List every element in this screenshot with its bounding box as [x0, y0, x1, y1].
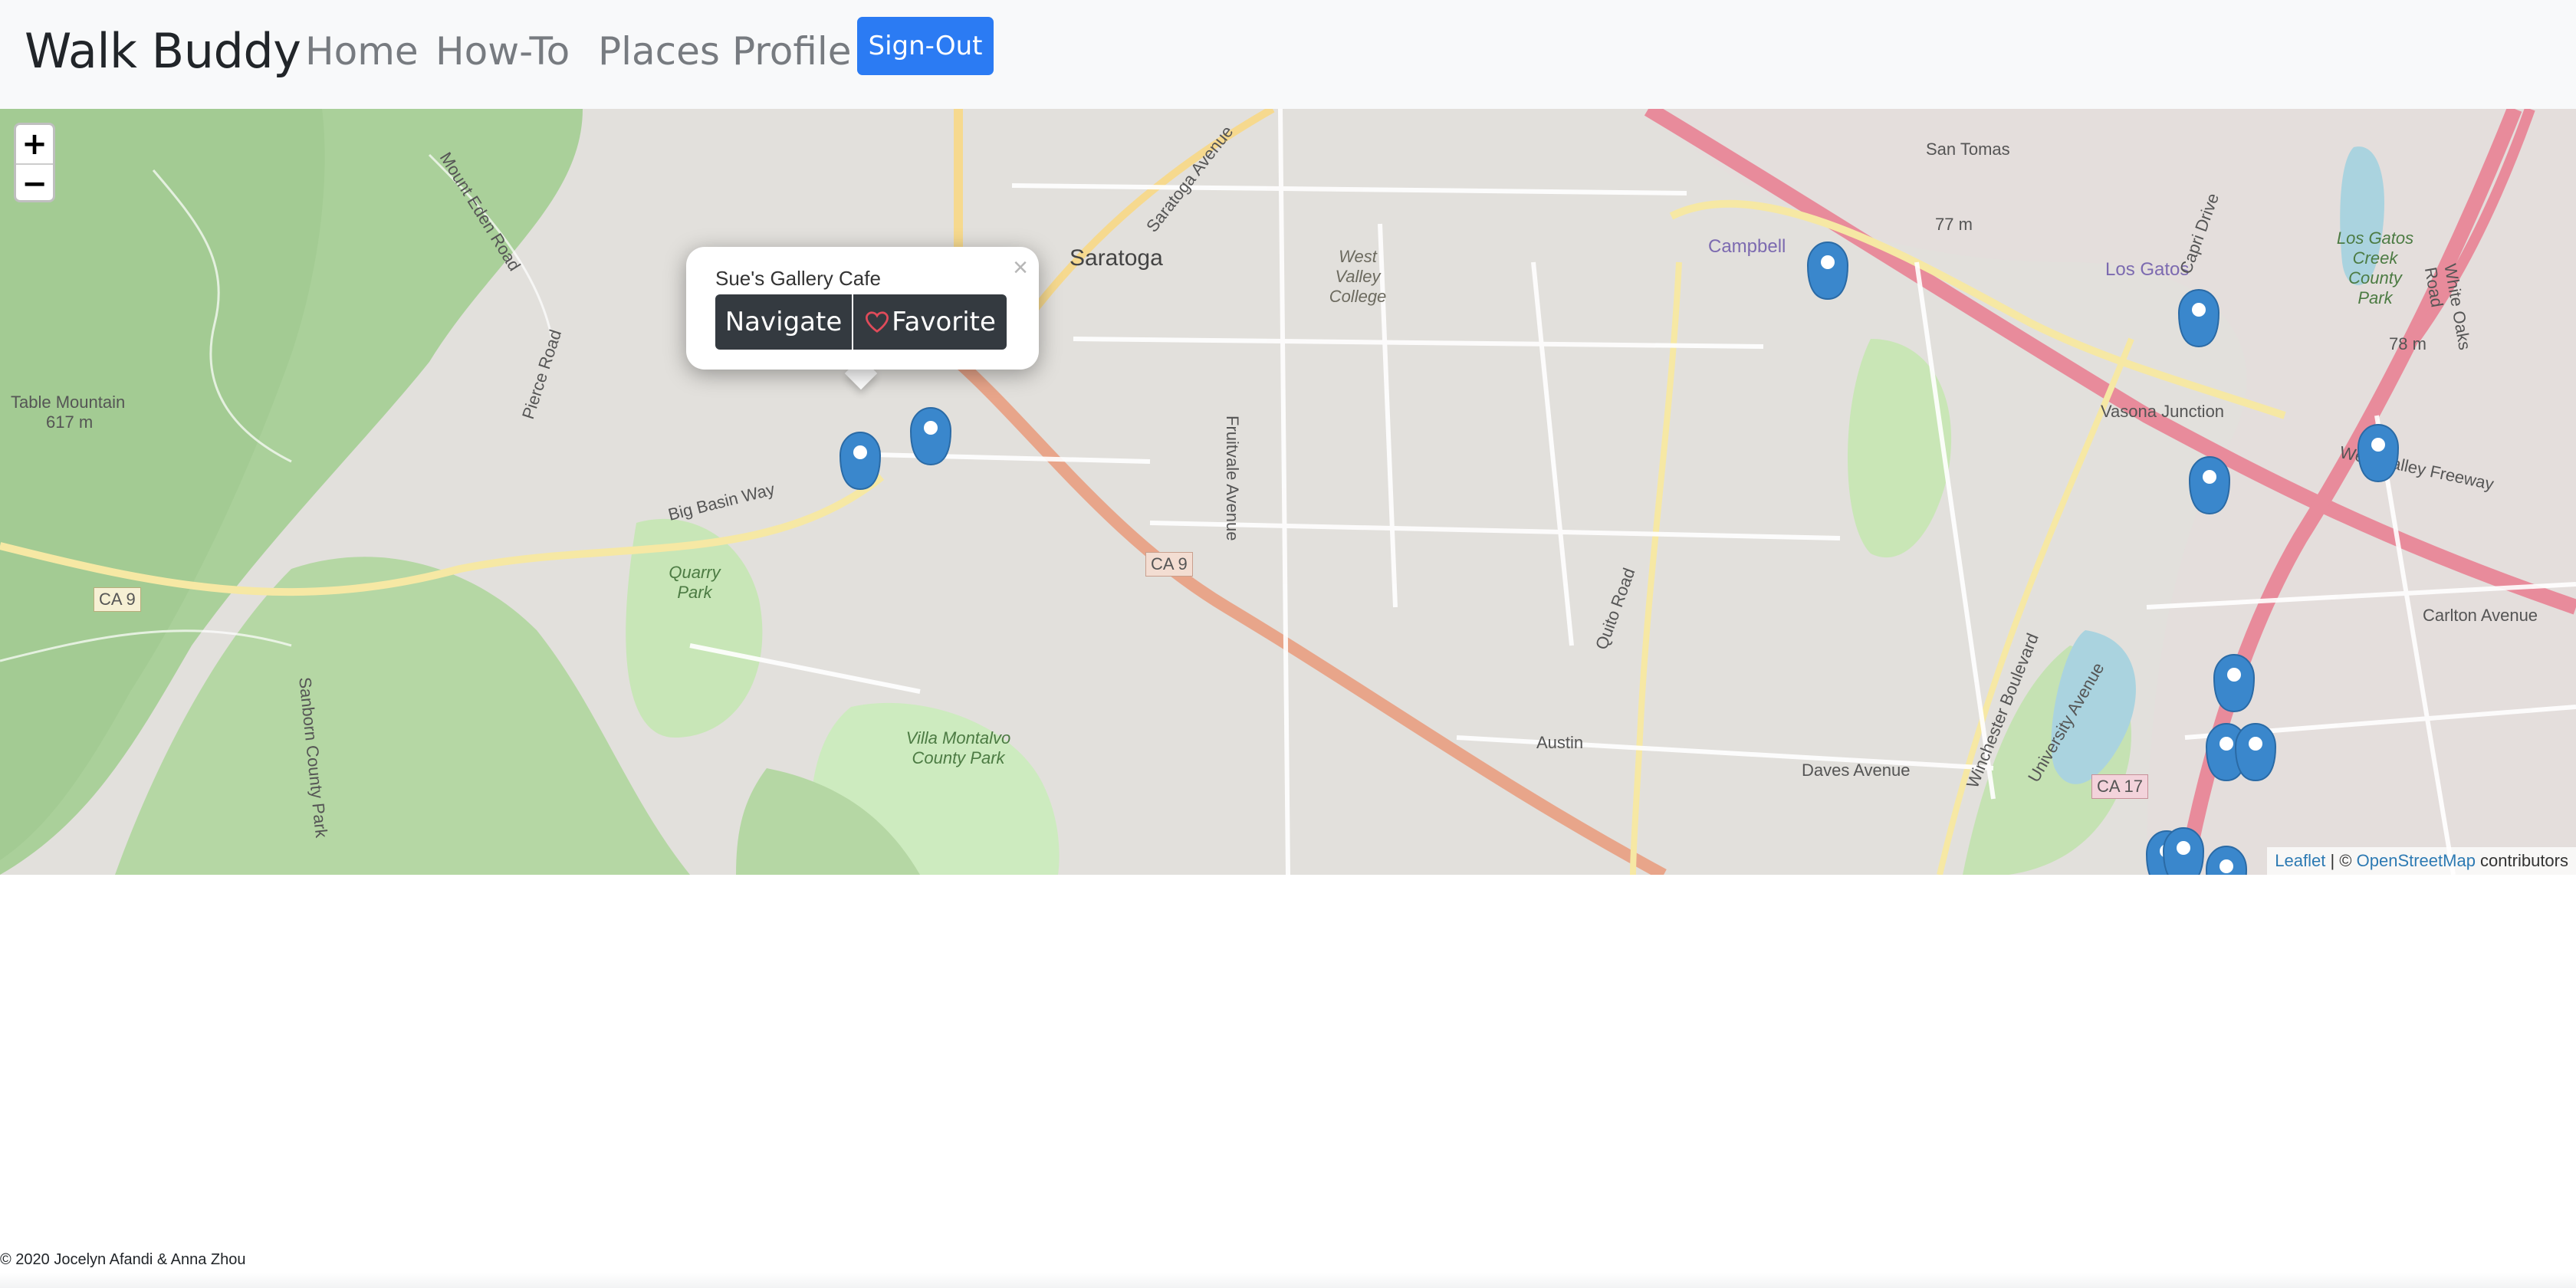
- footer-copyright: © 2020 Jocelyn Afandi & Anna Zhou: [0, 1251, 246, 1268]
- map-label-table-mountain: Table Mountain: [11, 393, 126, 412]
- brand-logo[interactable]: Walk Buddy: [25, 23, 301, 79]
- marker-place[interactable]: [2205, 845, 2248, 875]
- navigate-label: Navigate: [724, 307, 843, 337]
- map[interactable]: Saratoga Table Mountain 617 m West Valle…: [0, 109, 2576, 875]
- map-label-west-valley-college: West Valley College: [1329, 247, 1387, 306]
- map-label-elev-78: 78 m: [2389, 334, 2426, 353]
- map-label-campbell: Campbell: [1708, 236, 1786, 257]
- leaflet-link[interactable]: Leaflet: [2275, 851, 2325, 871]
- map-label-saratoga: Saratoga: [1070, 245, 1163, 271]
- attribution-suffix: contributors: [2475, 851, 2568, 870]
- nav-link-home[interactable]: Home: [305, 29, 419, 74]
- map-label-villa-montalvo: Villa Montalvo County Park: [905, 728, 1011, 767]
- map-label-los-gatos-creek-park: Los Gatos Creek County Park: [2336, 228, 2414, 307]
- zoom-control: + −: [14, 123, 55, 202]
- marker-place[interactable]: [2188, 455, 2231, 517]
- footer-strip: [0, 1273, 2576, 1288]
- map-label-san-tomas: San Tomas: [1926, 140, 2010, 159]
- map-label-table-mountain-elev: 617 m: [46, 412, 94, 432]
- map-label-ca9: CA 9: [1145, 552, 1193, 577]
- heart-icon: [866, 311, 889, 333]
- nav-link-how-to[interactable]: How-To: [435, 29, 570, 74]
- map-label-quarry-park: Quarry Park: [669, 563, 721, 602]
- marker-place[interactable]: [2357, 423, 2400, 485]
- zoom-in-button[interactable]: +: [16, 125, 53, 165]
- openstreetmap-link[interactable]: OpenStreetMap: [2357, 851, 2476, 871]
- map-label-ca17: CA 17: [2091, 774, 2148, 799]
- zoom-out-button[interactable]: −: [16, 165, 53, 200]
- marker-sues-gallery-cafe[interactable]: [839, 431, 882, 492]
- map-attribution: Leaflet | © OpenStreetMap contributors: [2267, 847, 2576, 875]
- marker-place[interactable]: [2213, 653, 2256, 715]
- map-label-austin: Austin: [1536, 733, 1584, 752]
- marker-place[interactable]: [2177, 288, 2220, 350]
- marker-place[interactable]: [909, 406, 952, 468]
- popup-place-name: Sue's Gallery Cafe: [715, 267, 881, 290]
- marker-place[interactable]: [2234, 722, 2277, 784]
- navigate-button[interactable]: Navigate: [715, 294, 852, 350]
- map-label-fruitvale-avenue: Fruitvale Avenue: [1223, 416, 1242, 541]
- popup-close-button[interactable]: ×: [1013, 253, 1028, 283]
- favorite-button[interactable]: Favorite: [853, 294, 1007, 350]
- nav-link-profile[interactable]: Profile: [732, 29, 851, 74]
- map-label-daves-avenue: Daves Avenue: [1802, 761, 1911, 780]
- nav-link-places[interactable]: Places: [598, 29, 720, 74]
- marker-place[interactable]: [2162, 826, 2205, 875]
- marker-place[interactable]: [1806, 241, 1849, 302]
- map-label-elev-77: 77 m: [1935, 215, 1973, 234]
- attribution-separator: | ©: [2325, 851, 2357, 870]
- favorite-label: Favorite: [892, 307, 996, 337]
- place-popup: × Sue's Gallery Cafe Navigate Favorite: [686, 247, 1039, 370]
- navbar: Walk Buddy Home How-To Places Profile Si…: [0, 0, 2576, 109]
- sign-out-button[interactable]: Sign-Out: [857, 17, 994, 75]
- map-label-vasona-junction: Vasona Junction: [2101, 402, 2225, 421]
- map-label-ca9-west: CA 9: [94, 587, 141, 612]
- map-label-carlton-avenue: Carlton Avenue: [2423, 606, 2538, 625]
